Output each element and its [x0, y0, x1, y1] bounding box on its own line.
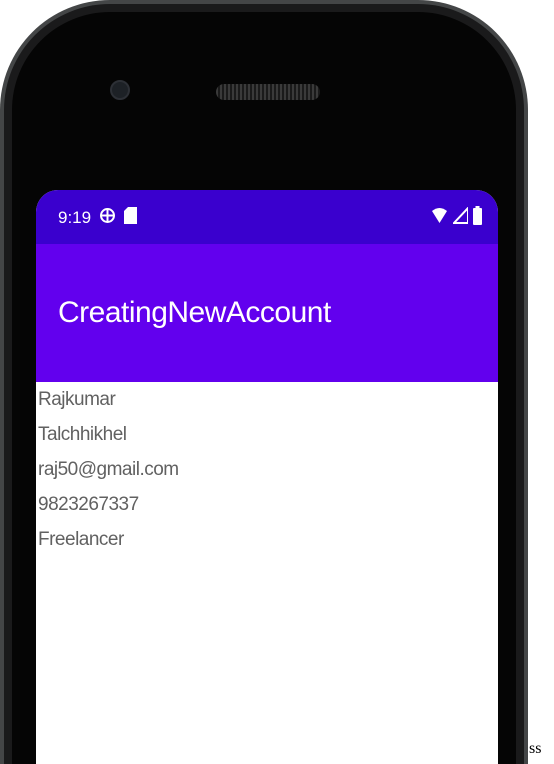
- cell-signal-icon: [451, 205, 469, 229]
- phone-frame: 9:19 CreatingNewAccount Rajkumar Talchhi…: [0, 0, 528, 764]
- phone-number-text: 9823267337: [38, 494, 139, 515]
- status-bar-left: 9:19: [58, 207, 138, 229]
- battery-icon: [473, 206, 482, 230]
- status-bar: 9:19: [36, 190, 498, 246]
- app-bar: CreatingNewAccount: [36, 244, 498, 382]
- first-name-text: Rajkumar: [38, 389, 116, 410]
- last-name-text: Talchhikhel: [38, 424, 127, 445]
- phone-screen: 9:19 CreatingNewAccount Rajkumar Talchhi…: [36, 190, 498, 764]
- stage: 9:19 CreatingNewAccount Rajkumar Talchhi…: [0, 0, 554, 764]
- wifi-icon: [431, 207, 448, 229]
- status-time: 9:19: [58, 208, 92, 227]
- side-text: ss: [529, 740, 542, 757]
- occupation-text: Freelancer: [38, 529, 124, 550]
- email-text: raj50@gmail.com: [38, 459, 179, 480]
- vpn-globe-icon: [99, 207, 116, 229]
- sd-card-icon: [124, 207, 138, 229]
- app-title: CreatingNewAccount: [58, 296, 331, 329]
- earpiece-speaker: [216, 84, 320, 100]
- account-details: Rajkumar Talchhikhel raj50@gmail.com 982…: [36, 382, 498, 557]
- status-bar-right: [431, 205, 482, 230]
- front-camera: [110, 80, 130, 100]
